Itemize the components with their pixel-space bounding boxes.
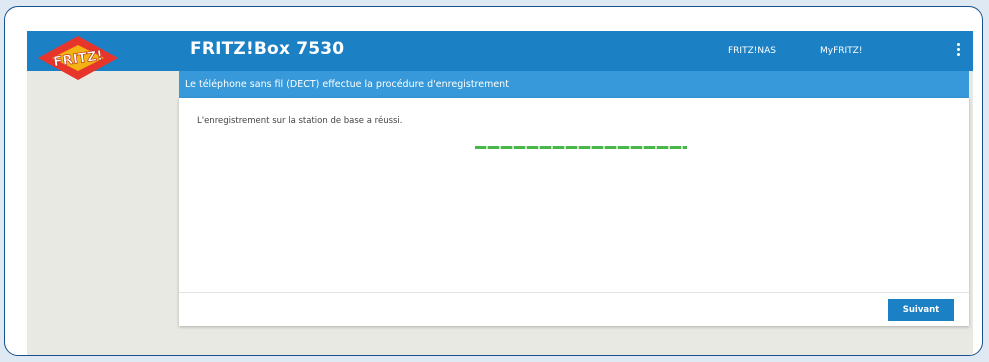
- status-message: L'enregistrement sur la station de base …: [197, 116, 403, 126]
- footer-divider: [179, 292, 969, 293]
- nav-link-myfritz[interactable]: MyFRITZ!: [820, 46, 862, 56]
- screenshot-frame: FRITZ!Box 7530 FRITZ!NAS MyFRITZ! FRITZ!…: [4, 6, 983, 356]
- kebab-menu-icon[interactable]: [955, 43, 961, 59]
- fritz-logo[interactable]: FRITZ!: [37, 35, 119, 81]
- step-header: Le téléphone sans fil (DECT) effectue la…: [179, 71, 969, 98]
- nav-link-fritznas[interactable]: FRITZ!NAS: [728, 46, 776, 56]
- page-title: FRITZ!Box 7530: [190, 39, 345, 59]
- registration-progress-bar: [475, 146, 687, 149]
- progress-bar-fill: [475, 146, 687, 149]
- content-panel: L'enregistrement sur la station de base …: [179, 98, 969, 326]
- browser-viewport: FRITZ!Box 7530 FRITZ!NAS MyFRITZ! FRITZ!…: [27, 31, 973, 355]
- next-button[interactable]: Suivant: [888, 299, 954, 321]
- top-bar: FRITZ!Box 7530 FRITZ!NAS MyFRITZ!: [27, 31, 973, 71]
